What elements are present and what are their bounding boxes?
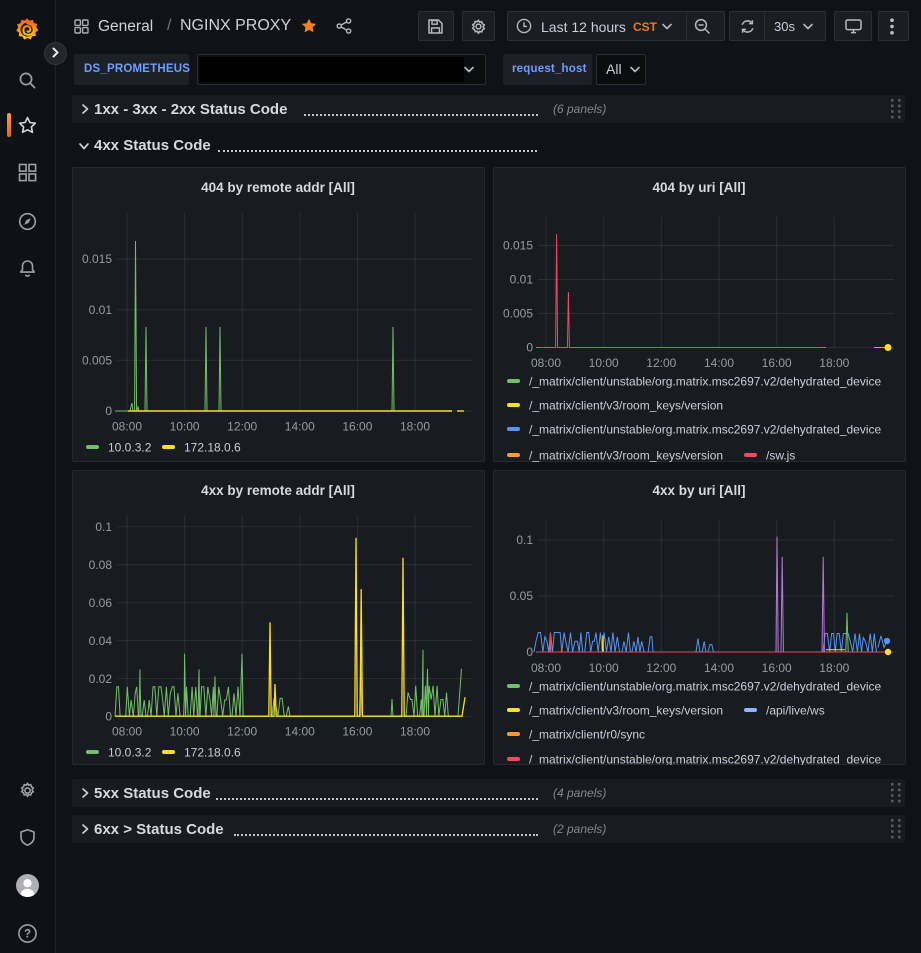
svg-text:18:00: 18:00: [400, 420, 430, 434]
svg-text:0.05: 0.05: [510, 589, 534, 603]
svg-text:08:00: 08:00: [531, 356, 561, 370]
svg-text:4xx by uri [All]: 4xx by uri [All]: [652, 483, 745, 498]
svg-text:/_matrix/client/unstable/org.m: /_matrix/client/unstable/org.matrix.msc2…: [529, 374, 882, 388]
svg-text:08:00: 08:00: [531, 661, 561, 675]
svg-text:18:00: 18:00: [400, 725, 430, 739]
svg-text:/_matrix/client/unstable/org.m: /_matrix/client/unstable/org.matrix.msc2…: [529, 422, 882, 436]
svg-text:0: 0: [526, 645, 533, 659]
svg-text:10:00: 10:00: [589, 661, 619, 675]
svg-text:/_matrix/client/unstable/org.m: /_matrix/client/unstable/org.matrix.msc2…: [529, 752, 882, 765]
svg-text:0.01: 0.01: [510, 273, 534, 287]
svg-text:0.005: 0.005: [503, 307, 533, 321]
svg-text:0.015: 0.015: [82, 252, 112, 266]
svg-text:10:00: 10:00: [589, 356, 619, 370]
svg-text:172.18.0.6: 172.18.0.6: [184, 440, 241, 454]
svg-text:10:00: 10:00: [170, 420, 200, 434]
svg-text:0.1: 0.1: [516, 533, 533, 547]
svg-text:0.04: 0.04: [89, 634, 113, 648]
svg-text:/sw.js: /sw.js: [766, 448, 795, 462]
svg-text:/_matrix/client/r0/sync: /_matrix/client/r0/sync: [529, 727, 645, 741]
svg-text:18:00: 18:00: [819, 356, 849, 370]
svg-text:16:00: 16:00: [342, 420, 372, 434]
svg-text:18:00: 18:00: [819, 661, 849, 675]
svg-text:14:00: 14:00: [704, 661, 734, 675]
svg-text:0: 0: [105, 404, 112, 418]
svg-text:16:00: 16:00: [762, 356, 792, 370]
svg-text:10:00: 10:00: [170, 725, 200, 739]
svg-text:12:00: 12:00: [227, 420, 257, 434]
svg-text:12:00: 12:00: [646, 356, 676, 370]
svg-text:14:00: 14:00: [285, 420, 315, 434]
svg-text:0: 0: [105, 709, 112, 723]
svg-text:404 by remote addr [All]: 404 by remote addr [All]: [201, 180, 355, 195]
svg-text:0: 0: [526, 341, 533, 355]
svg-text:/_matrix/client/v3/room_keys/v: /_matrix/client/v3/room_keys/version: [529, 448, 723, 462]
svg-text:10.0.3.2: 10.0.3.2: [108, 745, 152, 759]
svg-text:08:00: 08:00: [112, 420, 142, 434]
svg-text:14:00: 14:00: [285, 725, 315, 739]
svg-text:10.0.3.2: 10.0.3.2: [108, 440, 152, 454]
svg-text:0.015: 0.015: [503, 239, 533, 253]
svg-text:/_matrix/client/unstable/org.m: /_matrix/client/unstable/org.matrix.msc2…: [529, 679, 882, 693]
svg-text:0.005: 0.005: [82, 354, 112, 368]
svg-text:08:00: 08:00: [112, 725, 142, 739]
svg-text:?: ?: [24, 929, 31, 941]
svg-text:0.08: 0.08: [89, 558, 113, 572]
svg-text:14:00: 14:00: [704, 356, 734, 370]
svg-text:172.18.0.6: 172.18.0.6: [184, 745, 241, 759]
svg-text:4xx by remote addr [All]: 4xx by remote addr [All]: [201, 483, 355, 498]
svg-text:/_matrix/client/v3/room_keys/v: /_matrix/client/v3/room_keys/version: [529, 398, 723, 412]
svg-text:0.1: 0.1: [95, 520, 112, 534]
svg-text:12:00: 12:00: [646, 661, 676, 675]
svg-text:/_matrix/client/v3/room_keys/v: /_matrix/client/v3/room_keys/version: [529, 703, 723, 717]
svg-text:12:00: 12:00: [227, 725, 257, 739]
svg-text:/api/live/ws: /api/live/ws: [766, 703, 825, 717]
svg-text:0.02: 0.02: [89, 672, 113, 686]
svg-text:0.01: 0.01: [89, 303, 113, 317]
svg-text:404 by uri [All]: 404 by uri [All]: [652, 180, 745, 195]
svg-text:16:00: 16:00: [762, 661, 792, 675]
svg-text:0.06: 0.06: [89, 596, 113, 610]
svg-text:16:00: 16:00: [342, 725, 372, 739]
